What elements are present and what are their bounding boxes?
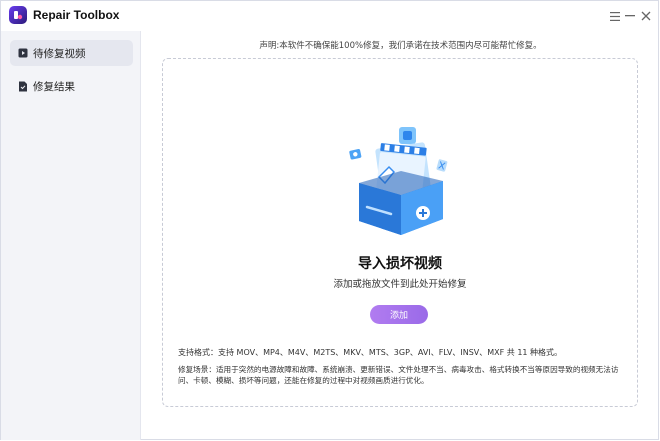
sidebar-item-pending-videos[interactable]: 待修复视频: [10, 40, 133, 66]
title-bar: Repair Toolbox: [1, 1, 658, 31]
app-window: Repair Toolbox 待修复视频 修复结果 声明:本软件不确保能100%…: [0, 0, 659, 440]
sidebar-item-label: 待修复视频: [33, 47, 86, 60]
sidebar: 待修复视频 修复结果: [1, 31, 141, 440]
add-button[interactable]: 添加: [370, 305, 428, 324]
supported-formats-text: 支持格式：支持 MOV、MP4、M4V、M2TS、MKV、MTS、3GP、AVI…: [178, 348, 563, 357]
disclaimer-text: 声明:本软件不确保能100%修复，我们承诺在技术范围内尽可能帮忙修复。: [259, 41, 542, 51]
menu-icon[interactable]: [608, 9, 622, 23]
sidebar-item-label: 修复结果: [33, 80, 75, 93]
app-logo-icon: [9, 6, 27, 24]
close-icon[interactable]: [639, 9, 653, 23]
import-subtitle: 添加或拖放文件到此处开始修复: [333, 279, 467, 290]
import-title: 导入损坏视频: [358, 256, 442, 272]
video-icon: [17, 48, 28, 59]
sidebar-item-repair-results[interactable]: 修复结果: [10, 73, 133, 99]
repair-scenarios-text: 修复场景：适用于突然的电源故障和故障、系统崩溃、更新错误、文件处理不当、病毒攻击…: [178, 365, 619, 385]
import-video-illustration: [341, 121, 461, 251]
minimize-icon[interactable]: [623, 9, 637, 23]
document-icon: [17, 81, 28, 92]
app-title: Repair Toolbox: [33, 8, 120, 22]
